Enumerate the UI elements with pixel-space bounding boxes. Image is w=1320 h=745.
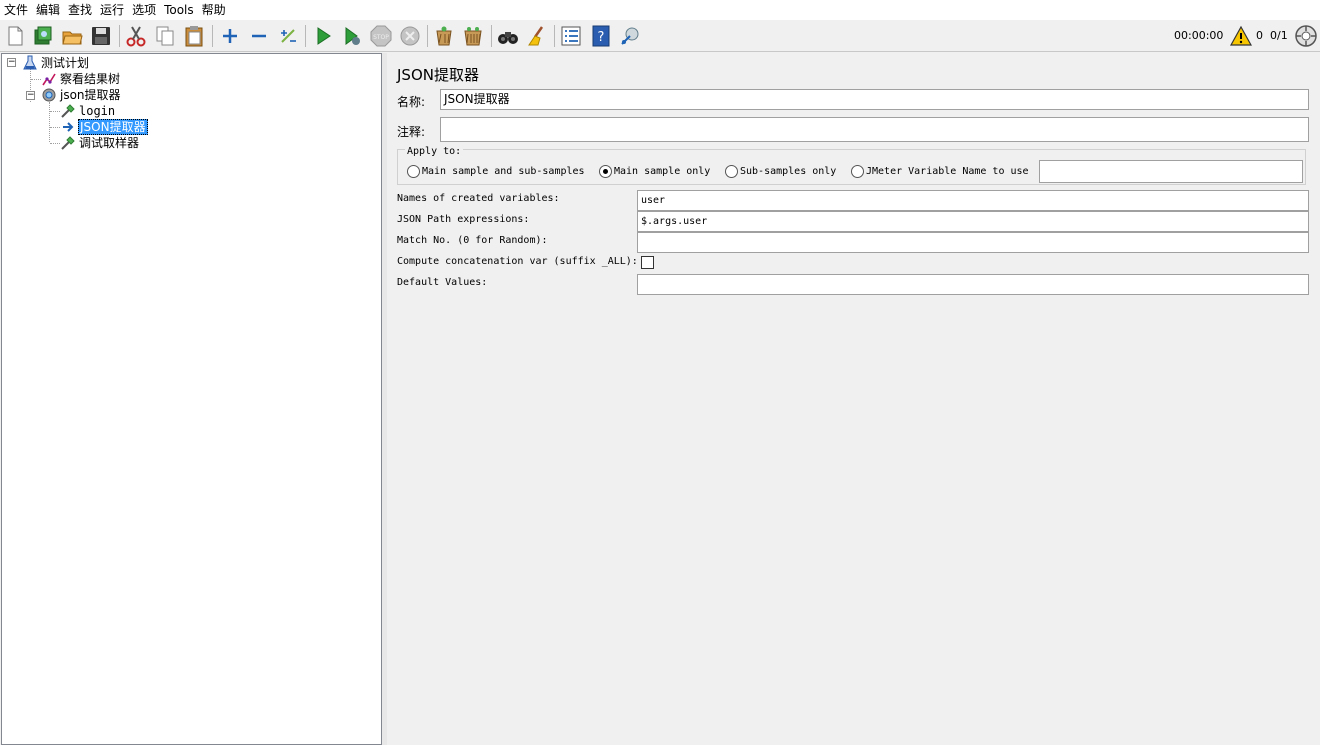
remote-status-icon[interactable] xyxy=(1294,24,1318,48)
sampler-icon xyxy=(61,136,75,150)
radio-label: Sub-samples only xyxy=(740,166,837,177)
tree-connector xyxy=(49,102,50,142)
variable-names-label: Names of created variables: xyxy=(397,193,560,204)
tree-connector xyxy=(31,79,41,80)
arrow-right-icon xyxy=(63,122,74,132)
jmeter-variable-input[interactable] xyxy=(1039,160,1303,183)
tree-node-label: json提取器 xyxy=(60,88,121,102)
concat-var-label: Compute concatenation var (suffix _ALL): xyxy=(397,256,638,267)
help-icon[interactable]: ? xyxy=(589,24,613,48)
radio-main-and-sub[interactable]: Main sample and sub-samples xyxy=(407,165,585,178)
panel-title: JSON提取器 xyxy=(397,66,479,84)
menu-tools[interactable]: Tools xyxy=(160,0,198,20)
toolbar-separator xyxy=(119,25,120,47)
tree-node-label: 调试取样器 xyxy=(79,136,140,150)
default-values-input[interactable] xyxy=(637,274,1309,295)
collapse-toggle[interactable]: − xyxy=(7,58,16,67)
radio-label: Main sample only xyxy=(614,166,711,177)
tree-node-debug-sampler[interactable]: 调试取样器 xyxy=(60,135,140,151)
comment-input[interactable] xyxy=(440,117,1309,142)
start-no-pause-icon[interactable] xyxy=(340,24,364,48)
match-no-label: Match No. (0 for Random): xyxy=(397,235,548,246)
json-path-label: JSON Path expressions: xyxy=(397,214,530,225)
save-icon[interactable] xyxy=(89,24,113,48)
comment-label: 注释: xyxy=(397,125,426,139)
menu-search[interactable]: 查找 xyxy=(64,0,96,20)
radio-label: JMeter Variable Name to use xyxy=(866,166,1029,177)
stop-icon[interactable]: STOP xyxy=(369,24,393,48)
concat-var-checkbox[interactable] xyxy=(641,256,654,269)
radio-main-only[interactable]: Main sample only xyxy=(599,165,710,178)
json-path-input[interactable]: $.args.user xyxy=(637,211,1309,232)
menu-help[interactable]: 帮助 xyxy=(198,0,230,20)
start-icon[interactable] xyxy=(311,24,335,48)
clear-all-icon[interactable] xyxy=(461,24,485,48)
clear-icon[interactable] xyxy=(432,24,456,48)
toolbar-separator xyxy=(427,25,428,47)
name-label: 名称: xyxy=(397,95,426,109)
tree-node-label: login xyxy=(79,104,116,118)
tree-node-thread-group[interactable]: json提取器 xyxy=(41,87,122,103)
gear-icon xyxy=(42,88,56,102)
copy-icon[interactable] xyxy=(153,24,177,48)
test-plan-tree[interactable]: − 测试计划 察看结果树 − json提取器 login JSON提取器 调试取… xyxy=(1,53,382,745)
radio-button[interactable] xyxy=(407,165,420,178)
radio-button[interactable] xyxy=(851,165,864,178)
toggle-icon[interactable] xyxy=(276,24,300,48)
test-plan-icon xyxy=(23,55,37,70)
error-count: 0 xyxy=(1256,29,1263,42)
svg-text:?: ? xyxy=(598,30,605,45)
tree-node-label: 察看结果树 xyxy=(60,72,121,86)
remote-start-icon[interactable] xyxy=(618,24,642,48)
variable-names-input[interactable]: user xyxy=(637,190,1309,211)
radio-button[interactable] xyxy=(725,165,738,178)
menu-bar: 文件 编辑 查找 运行 选项 Tools 帮助 xyxy=(0,0,1320,20)
menu-edit[interactable]: 编辑 xyxy=(32,0,64,20)
listener-icon xyxy=(42,73,56,86)
tree-node-label: 测试计划 xyxy=(41,56,90,70)
expand-icon[interactable] xyxy=(218,24,242,48)
tree-node-label: JSON提取器 xyxy=(78,119,148,135)
templates-icon[interactable] xyxy=(31,24,55,48)
tree-connector xyxy=(50,127,60,128)
cut-icon[interactable] xyxy=(124,24,148,48)
function-helper-icon[interactable] xyxy=(559,24,583,48)
radio-label: Main sample and sub-samples xyxy=(422,166,585,177)
menu-file[interactable]: 文件 xyxy=(0,0,32,20)
toolbar-separator xyxy=(554,25,555,47)
default-values-label: Default Values: xyxy=(397,277,488,288)
apply-to-legend: Apply to: xyxy=(405,146,464,157)
paste-icon[interactable] xyxy=(182,24,206,48)
svg-text:STOP: STOP xyxy=(373,34,389,41)
match-no-input[interactable] xyxy=(637,232,1309,253)
tree-node-json-extractor[interactable]: JSON提取器 xyxy=(60,119,148,135)
new-file-icon[interactable] xyxy=(3,24,27,48)
active-threads: 0/1 xyxy=(1270,29,1288,42)
tree-node-login[interactable]: login xyxy=(60,103,116,119)
collapse-icon[interactable] xyxy=(247,24,271,48)
json-extractor-panel: JSON提取器 名称: JSON提取器 注释: Apply to: Main s… xyxy=(387,53,1320,745)
tree-connector xyxy=(50,111,60,112)
toolbar-separator xyxy=(305,25,306,47)
toolbar-separator xyxy=(212,25,213,47)
shutdown-icon[interactable] xyxy=(398,24,422,48)
toolbar-separator xyxy=(491,25,492,47)
radio-jmeter-variable[interactable]: JMeter Variable Name to use xyxy=(851,165,1029,178)
collapse-toggle[interactable]: − xyxy=(26,91,35,100)
toolbar: STOP ? 00:00:00 0 0/1 xyxy=(0,20,1320,52)
tree-node-test-plan[interactable]: 测试计划 xyxy=(22,55,90,71)
search-icon[interactable] xyxy=(496,24,520,48)
tree-connector xyxy=(50,143,60,144)
name-input[interactable]: JSON提取器 xyxy=(440,89,1309,110)
sampler-icon xyxy=(61,104,75,118)
reset-search-icon[interactable] xyxy=(525,24,549,48)
open-icon[interactable] xyxy=(60,24,84,48)
menu-options[interactable]: 选项 xyxy=(128,0,160,20)
elapsed-timer: 00:00:00 xyxy=(1174,29,1224,42)
tree-node-view-results[interactable]: 察看结果树 xyxy=(41,71,121,87)
radio-button[interactable] xyxy=(599,165,612,178)
menu-run[interactable]: 运行 xyxy=(96,0,128,20)
radio-sub-only[interactable]: Sub-samples only xyxy=(725,165,836,178)
warning-icon[interactable] xyxy=(1230,25,1252,47)
